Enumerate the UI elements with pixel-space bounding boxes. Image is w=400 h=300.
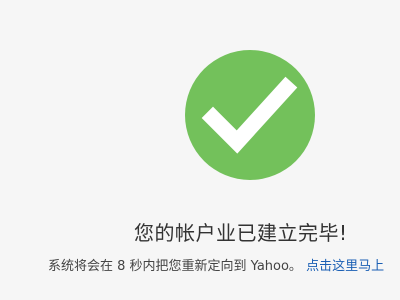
redirect-message: 系统将会在 8 秒内把您重新定向到 Yahoo。 点击这里马上: [48, 255, 384, 274]
account-created-page: 您的帐户业已建立完毕! 系统将会在 8 秒内把您重新定向到 Yahoo。 点击这…: [0, 0, 400, 300]
checkmark-icon: [201, 76, 298, 154]
success-checkmark-icon: [185, 50, 315, 180]
success-headline: 您的帐户业已建立完毕!: [134, 221, 348, 245]
redirect-now-link[interactable]: 点击这里马上: [306, 259, 384, 274]
redirect-text: 系统将会在 8 秒内把您重新定向到 Yahoo。: [48, 259, 302, 274]
